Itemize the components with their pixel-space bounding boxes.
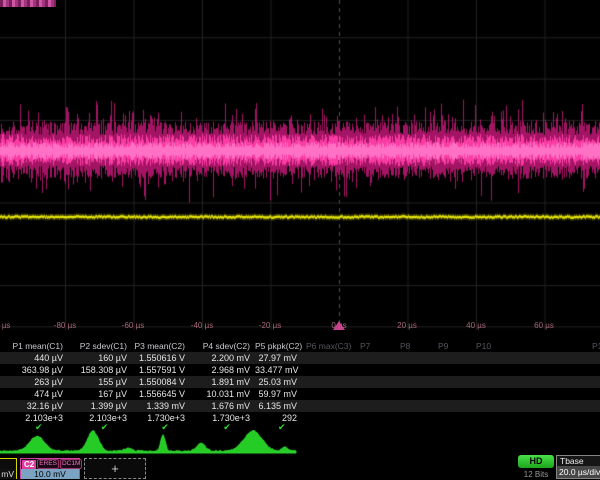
measurement-cell: 2.968 mV <box>190 364 255 376</box>
measurement-cell: 2.200 mV <box>190 352 255 364</box>
measurement-cell: 1.399 µV <box>68 400 132 412</box>
measurement-cell: 59.97 mV <box>255 388 302 400</box>
measurement-cell: 1.339 mV <box>132 400 190 412</box>
param-header-p11[interactable]: P11 <box>592 340 600 352</box>
measurement-cell: 155 µV <box>68 376 132 388</box>
trigger-position-marker[interactable] <box>333 321 345 330</box>
measurement-table: P1 mean(C1)P2 sdev(C1)P3 mean(C2)P4 sdev… <box>0 340 600 424</box>
measurement-cell: 363.98 µV <box>0 364 68 376</box>
add-trace-button[interactable]: + <box>84 458 146 479</box>
timebase-descriptor[interactable]: Tbase 20.0 µs/div <box>556 455 600 479</box>
timebase-value: 20.0 µs/div <box>557 466 600 478</box>
waveform-trace-canvas <box>0 0 600 334</box>
time-axis-label: 20 µs <box>397 321 417 330</box>
channel-c1-vdiv: 10.0 mV <box>0 469 16 479</box>
measurement-cell: 1.891 mV <box>190 376 255 388</box>
measurement-row: 263 µV155 µV1.550084 V1.891 mV25.03 mV <box>0 376 600 388</box>
measurement-cell: 27.97 mV <box>255 352 302 364</box>
channel-c2-descriptor[interactable]: C2 ERES DC1M 10.0 mV <box>20 458 80 479</box>
zoom-histogram-trace-canvas <box>0 430 600 458</box>
param-header-p9[interactable]: P9 <box>438 340 448 352</box>
measurement-row: 474 µV167 µV1.556645 V10.031 mV59.97 mV <box>0 388 600 400</box>
time-axis-label: -100 µs <box>0 321 10 330</box>
measurement-cell: 32.16 µV <box>0 400 68 412</box>
param-header-p1[interactable]: P1 mean(C1) <box>0 340 68 352</box>
timebase-title: Tbase <box>557 456 600 466</box>
param-header-p5[interactable]: P5 pkpk(C2) <box>255 340 302 352</box>
measurement-cell: 440 µV <box>0 352 68 364</box>
param-header-p7[interactable]: P7 <box>360 340 370 352</box>
measurement-row: 440 µV160 µV1.550616 V2.200 mV27.97 mV <box>0 352 600 364</box>
measurement-cell: 474 µV <box>0 388 68 400</box>
channel-c2-vdiv: 10.0 mV <box>21 469 79 479</box>
param-header-p8[interactable]: P8 <box>400 340 410 352</box>
measurement-cell: 1.676 mV <box>190 400 255 412</box>
measurement-row: 32.16 µV1.399 µV1.339 mV1.676 mV6.135 mV <box>0 400 600 412</box>
measurement-cell: 10.031 mV <box>190 388 255 400</box>
measurement-cell: 6.135 mV <box>255 400 302 412</box>
cropped-menu-fragment <box>0 0 56 7</box>
measurement-cell: 1.557591 V <box>132 364 190 376</box>
bit-depth-label: 12 Bits <box>514 470 558 479</box>
param-header-p3[interactable]: P3 mean(C2) <box>132 340 190 352</box>
channel-c2-title: C2 <box>22 460 36 469</box>
hd-mode-badge[interactable]: HD <box>518 455 554 468</box>
measurement-cell: 158.308 µV <box>68 364 132 376</box>
measurement-cell: 1.550084 V <box>132 376 190 388</box>
measurement-table-body: 440 µV160 µV1.550616 V2.200 mV27.97 mV36… <box>0 352 600 424</box>
measurement-cell: 33.477 mV <box>255 364 302 376</box>
measurement-cell: 1.556645 V <box>132 388 190 400</box>
param-header-p2[interactable]: P2 sdev(C1) <box>68 340 132 352</box>
param-header-p4[interactable]: P4 sdev(C2) <box>190 340 255 352</box>
channel-c2-eres-tag: ERES <box>37 459 59 469</box>
measurement-table-header: P1 mean(C1)P2 sdev(C1)P3 mean(C2)P4 sdev… <box>0 340 600 352</box>
measurement-cell: 1.550616 V <box>132 352 190 364</box>
waveform-grid: -100 µs-80 µs-60 µs-40 µs-20 µs0 µs20 µs… <box>0 0 600 334</box>
measurement-cell: 25.03 mV <box>255 376 302 388</box>
time-axis-labels: -100 µs-80 µs-60 µs-40 µs-20 µs0 µs20 µs… <box>0 321 600 331</box>
channel-c2-coupling-tag: DC1M <box>60 459 82 469</box>
time-axis-label: -60 µs <box>122 321 144 330</box>
time-axis-label: -40 µs <box>191 321 213 330</box>
time-axis-label: 40 µs <box>466 321 486 330</box>
time-axis-label: -80 µs <box>54 321 76 330</box>
time-axis-label: -20 µs <box>259 321 281 330</box>
param-header-p10[interactable]: P10 <box>476 340 491 352</box>
param-header-p6[interactable]: P6 max(C3) <box>306 340 351 352</box>
time-axis-label: 60 µs <box>534 321 554 330</box>
measurement-cell: 167 µV <box>68 388 132 400</box>
oscilloscope-screen: -100 µs-80 µs-60 µs-40 µs-20 µs0 µs20 µs… <box>0 0 600 480</box>
measurement-cell: 263 µV <box>0 376 68 388</box>
measurement-row: 2.103e+32.103e+31.730e+31.730e+3292 <box>0 412 600 424</box>
measurement-row: 363.98 µV158.308 µV1.557591 V2.968 mV33.… <box>0 364 600 376</box>
channel-c1-descriptor[interactable]: C1 DC1M 10.0 mV <box>0 458 17 479</box>
measurement-cell: 160 µV <box>68 352 132 364</box>
